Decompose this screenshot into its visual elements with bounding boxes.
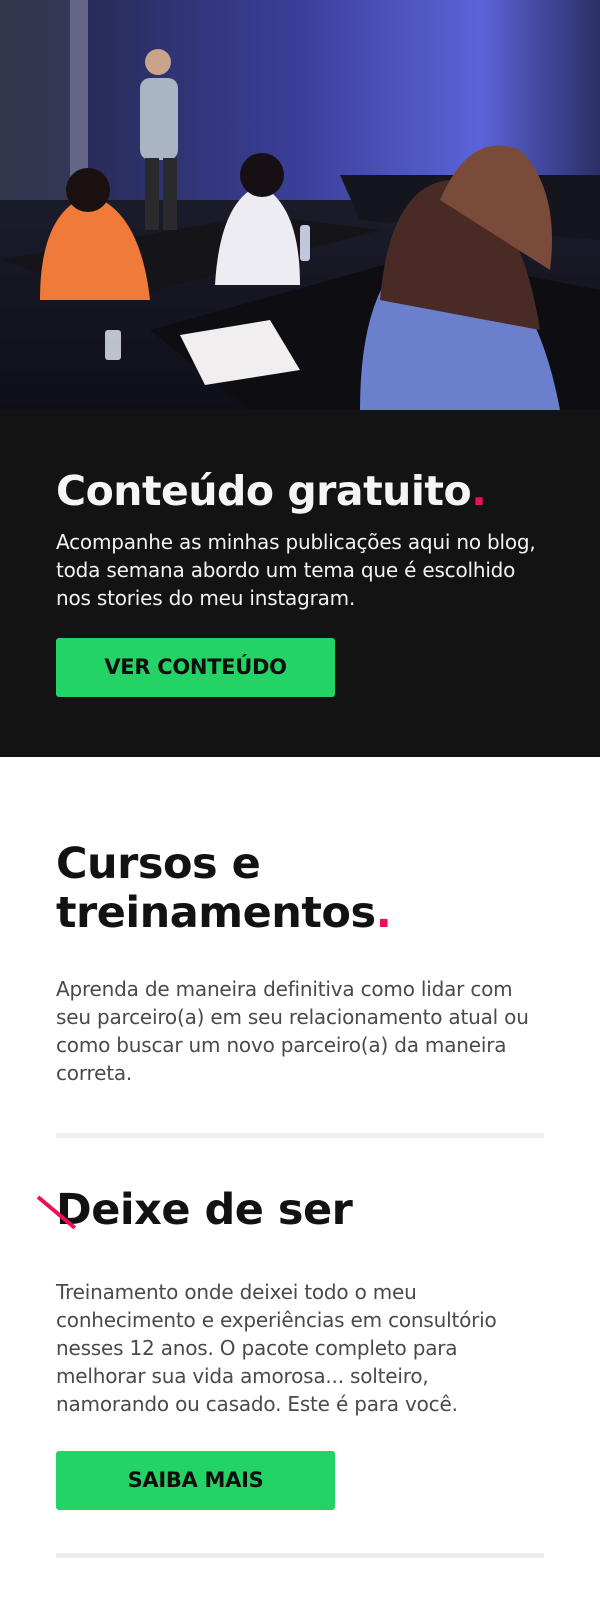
course-item-title: Deixe de ser [56, 1185, 353, 1235]
view-content-button[interactable]: VER CONTEÚDO [56, 638, 335, 697]
courses-title: Cursos e treinamentos. [56, 840, 544, 938]
free-content-title: Conteúdo gratuito. [56, 410, 544, 516]
title-accent-dot: . [375, 888, 392, 938]
hero-photo [0, 0, 600, 410]
title-accent-dot: . [471, 467, 487, 515]
courses-description: Aprenda de maneira definitiva como lidar… [56, 977, 529, 1085]
course-item-description: Treinamento onde deixei todo o meu conhe… [56, 1280, 497, 1416]
free-content-title-text: Conteúdo gratuito [56, 467, 472, 515]
courses-title-line2: treinamentos [56, 888, 376, 938]
section-divider [56, 1553, 544, 1558]
courses-title-line1: Cursos e [56, 839, 261, 889]
free-content-description: Acompanhe as minhas publicações aqui no … [56, 530, 536, 610]
learn-more-button[interactable]: SAIBA MAIS [56, 1451, 335, 1510]
courses-section: Cursos e treinamentos. Aprenda de maneir… [0, 757, 600, 1558]
free-content-section: Conteúdo gratuito. Acompanhe as minhas p… [0, 410, 600, 757]
